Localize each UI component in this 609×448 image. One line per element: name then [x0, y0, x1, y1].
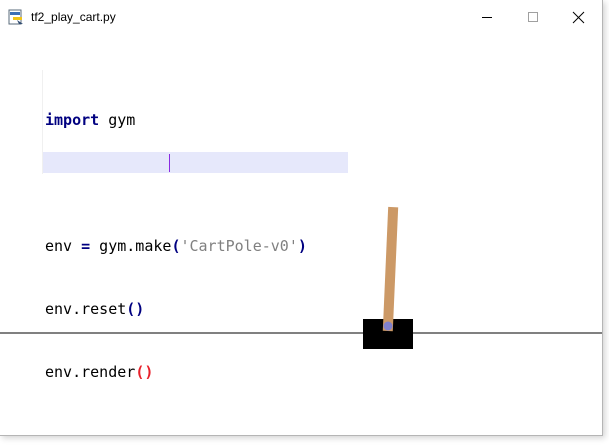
- pole: [382, 206, 399, 332]
- cartpole-render: [0, 206, 602, 349]
- axle: [383, 321, 393, 331]
- pole-group: [382, 206, 399, 332]
- app-window: tf2_play_cart.py import gym env = gym.ma…: [0, 0, 603, 436]
